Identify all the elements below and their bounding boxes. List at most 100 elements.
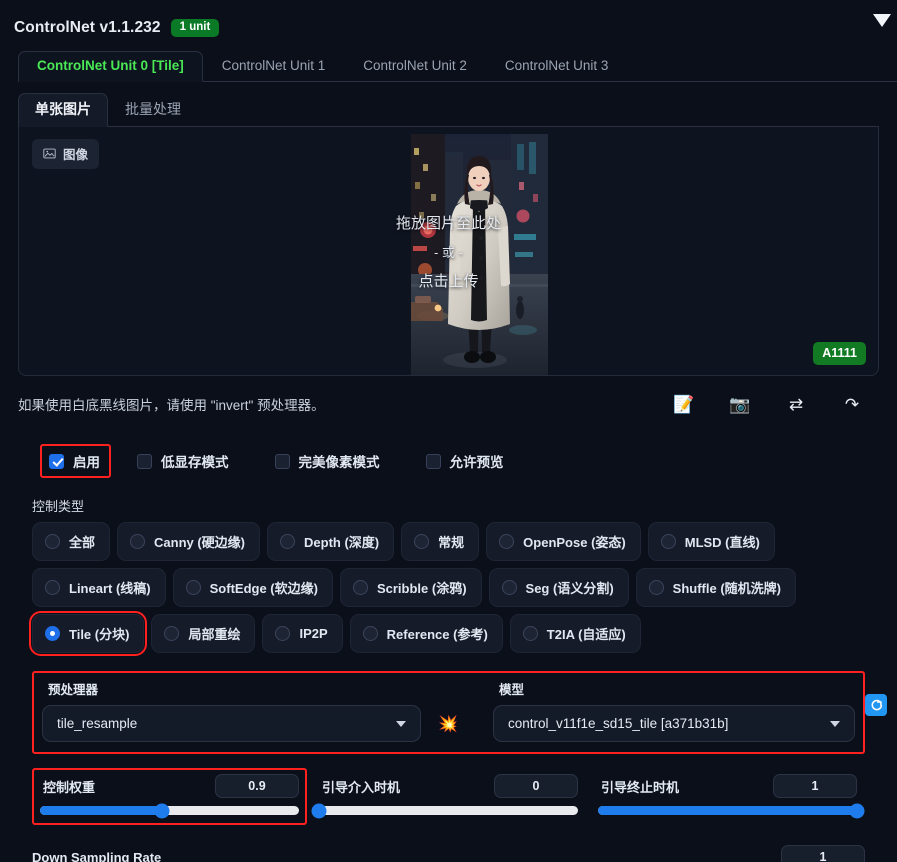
chevron-down-icon[interactable] xyxy=(830,720,840,727)
slider-guidance-end-value[interactable]: 1 xyxy=(773,774,857,798)
radio-label: IP2P xyxy=(299,626,328,641)
radio-normal[interactable]: 常规 xyxy=(401,522,480,561)
radio-dot-icon xyxy=(501,580,517,595)
radio-dot-icon xyxy=(45,580,60,595)
radio-dot-icon xyxy=(45,534,60,549)
redo-arrow-icon[interactable]: ↷ xyxy=(841,396,863,413)
checkbox-pixel-perfect-label: 完美像素模式 xyxy=(298,455,380,470)
checkbox-enable[interactable]: 启用 xyxy=(40,444,111,478)
image-drop-area[interactable]: 图像 拖放图片至此处 - 或 - 点击上传 A1111 xyxy=(18,127,879,376)
radio-label: OpenPose (姿态) xyxy=(523,535,626,550)
weight-timing-sliders: 控制权重 0.9 引导介入时机 0 引导终止时机 1 xyxy=(32,768,865,825)
radio-lineart[interactable]: Lineart (线稿) xyxy=(32,568,166,607)
radio-dot-icon xyxy=(130,534,146,549)
slider-knob[interactable] xyxy=(849,803,865,818)
tab-batch-process[interactable]: 批量处理 xyxy=(108,93,198,127)
checkbox-low-vram[interactable]: 低显存模式 xyxy=(137,451,229,471)
swap-arrows-icon[interactable]: ⇄ xyxy=(785,396,807,413)
radio-depth[interactable]: Depth (深度) xyxy=(267,522,395,561)
slider-knob[interactable] xyxy=(311,803,327,818)
radio-dot-icon xyxy=(275,626,291,641)
radio-reference[interactable]: Reference (参考) xyxy=(349,614,503,653)
control-type-label: 控制类型 xyxy=(32,499,85,514)
radio-all[interactable]: 全部 xyxy=(32,522,111,561)
checkbox-allow-preview-box[interactable] xyxy=(425,453,441,469)
checkbox-low-vram-label: 低显存模式 xyxy=(161,455,229,470)
radio-tile[interactable]: Tile (分块) xyxy=(28,611,148,656)
radio-mlsd[interactable]: MLSD (直线) xyxy=(647,522,775,561)
slider-header: 引导终止时机 1 xyxy=(598,774,857,798)
radio-scribble[interactable]: Scribble (涂鸦) xyxy=(339,568,482,607)
checkbox-pixel-perfect[interactable]: 完美像素模式 xyxy=(274,451,380,471)
image-tools: 📝 📷 ⇄ ↷ xyxy=(673,396,863,413)
slider-guidance-end-track[interactable] xyxy=(598,803,865,818)
radio-label: 全部 xyxy=(69,535,96,550)
down-sampling-rate-value[interactable]: 1 xyxy=(781,845,865,862)
tab-controlnet-unit-1[interactable]: ControlNet Unit 1 xyxy=(203,51,345,82)
refresh-icon xyxy=(871,699,882,710)
radio-dot-icon xyxy=(499,534,515,549)
radio-dot-icon xyxy=(648,580,664,595)
slider-control-weight-track[interactable] xyxy=(40,803,299,818)
unit-body: 单张图片 批量处理 图像 拖放图片至此处 - 或 - 点击上传 A1111 如果… xyxy=(0,93,897,862)
slider-control-weight: 控制权重 0.9 xyxy=(32,768,307,825)
radio-t2ia[interactable]: T2IA (自适应) xyxy=(509,614,641,653)
refresh-models-button[interactable] xyxy=(865,694,887,716)
model-select[interactable]: control_v11f1e_sd15_tile [a371b31b] xyxy=(492,705,855,742)
chevron-down-icon[interactable] xyxy=(396,720,407,727)
slider-guidance-start-track[interactable] xyxy=(311,803,578,818)
preprocessor-value: tile_resample xyxy=(57,716,138,731)
checkbox-pixel-perfect-box[interactable] xyxy=(274,453,290,469)
hint-and-tools-row: 如果使用白底黑线图片，请使用 "invert" 预处理器。 📝 📷 ⇄ ↷ xyxy=(18,394,879,414)
run-preprocessor-icon[interactable]: 💥 xyxy=(438,714,458,734)
tab-controlnet-unit-3[interactable]: ControlNet Unit 3 xyxy=(486,51,628,82)
checkbox-allow-preview[interactable]: 允许预览 xyxy=(425,451,504,471)
panel-header: ControlNet v1.1.232 1 unit xyxy=(0,0,897,42)
preprocessor-select[interactable]: tile_resample xyxy=(42,705,422,742)
options-checkbox-row: 启用 低显存模式 完美像素模式 允许预览 xyxy=(18,444,879,478)
camera-icon[interactable]: 📷 xyxy=(729,396,751,413)
radio-label: Seg (语义分割) xyxy=(525,581,614,596)
checkbox-allow-preview-label: 允许预览 xyxy=(449,455,504,470)
tab-controlnet-unit-0[interactable]: ControlNet Unit 0 [Tile] xyxy=(18,51,203,82)
control-type-options: 全部 Canny (硬边缘) Depth (深度) 常规 OpenPose (姿… xyxy=(28,522,897,656)
checkbox-enable-box[interactable] xyxy=(49,453,64,469)
model-value: control_v11f1e_sd15_tile [a371b31b] xyxy=(507,716,729,731)
image-placeholder-icon xyxy=(43,147,56,160)
radio-label: Depth (深度) xyxy=(304,535,380,550)
preprocessor-group: 预处理器 tile_resample xyxy=(42,679,422,742)
radio-canny[interactable]: Canny (硬边缘) xyxy=(117,522,261,561)
slider-guidance-start-label: 引导介入时机 xyxy=(322,779,401,795)
model-label: 模型 xyxy=(498,683,524,697)
edit-document-icon[interactable]: 📝 xyxy=(673,396,695,413)
image-chip: 图像 xyxy=(32,139,100,169)
radio-ip2p[interactable]: IP2P xyxy=(262,614,343,653)
radio-seg[interactable]: Seg (语义分割) xyxy=(488,568,629,607)
down-sampling-rate-label: Down Sampling Rate xyxy=(32,849,162,862)
slider-control-weight-value[interactable]: 0.9 xyxy=(215,774,299,798)
slider-knob[interactable] xyxy=(154,803,170,818)
radio-label: Tile (分块) xyxy=(69,627,130,642)
model-group: 模型 control_v11f1e_sd15_tile [a371b31b] xyxy=(492,679,855,742)
radio-shuffle[interactable]: Shuffle (随机洗牌) xyxy=(635,568,796,607)
radio-dot-icon xyxy=(45,626,60,641)
preprocessor-label: 预处理器 xyxy=(48,683,99,697)
radio-inpaint[interactable]: 局部重绘 xyxy=(151,614,256,653)
mode-tab-bar: 单张图片 批量处理 xyxy=(18,93,879,127)
radio-openpose[interactable]: OpenPose (姿态) xyxy=(486,522,641,561)
radio-dot-icon xyxy=(362,626,378,641)
slider-header: Down Sampling Rate 1 xyxy=(32,845,865,862)
radio-label: Shuffle (随机洗牌) xyxy=(672,581,781,596)
checkbox-low-vram-box[interactable] xyxy=(137,453,152,469)
radio-dot-icon xyxy=(280,534,296,549)
tab-single-image[interactable]: 单张图片 xyxy=(18,93,108,127)
tab-controlnet-unit-2[interactable]: ControlNet Unit 2 xyxy=(344,51,486,82)
unit-tab-bar: ControlNet Unit 0 [Tile] ControlNet Unit… xyxy=(18,50,897,82)
slider-header: 控制权重 0.9 xyxy=(40,774,299,798)
triangle-down-icon[interactable] xyxy=(873,14,891,27)
slider-down-sampling-rate: Down Sampling Rate 1 xyxy=(32,845,865,862)
slider-control-weight-label: 控制权重 xyxy=(43,779,96,795)
invert-hint-text: 如果使用白底黑线图片，请使用 "invert" 预处理器。 xyxy=(18,398,325,413)
slider-guidance-start-value[interactable]: 0 xyxy=(494,774,578,798)
radio-softedge[interactable]: SoftEdge (软边缘) xyxy=(172,568,333,607)
